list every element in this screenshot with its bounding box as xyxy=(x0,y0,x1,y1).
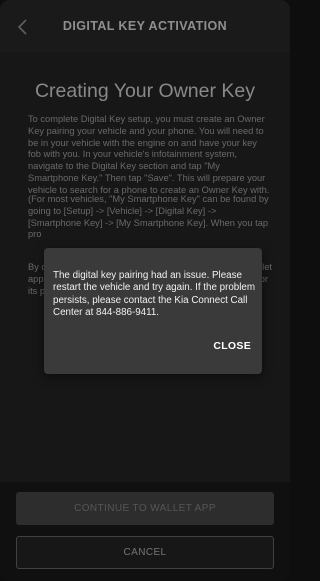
error-dialog: The digital key pairing had an issue. Pl… xyxy=(44,248,262,374)
app-screen: DIGITAL KEY ACTIVATION Creating Your Own… xyxy=(0,0,290,581)
close-button[interactable]: CLOSE xyxy=(213,340,251,352)
dialog-message: The digital key pairing had an issue. Pl… xyxy=(53,270,256,318)
